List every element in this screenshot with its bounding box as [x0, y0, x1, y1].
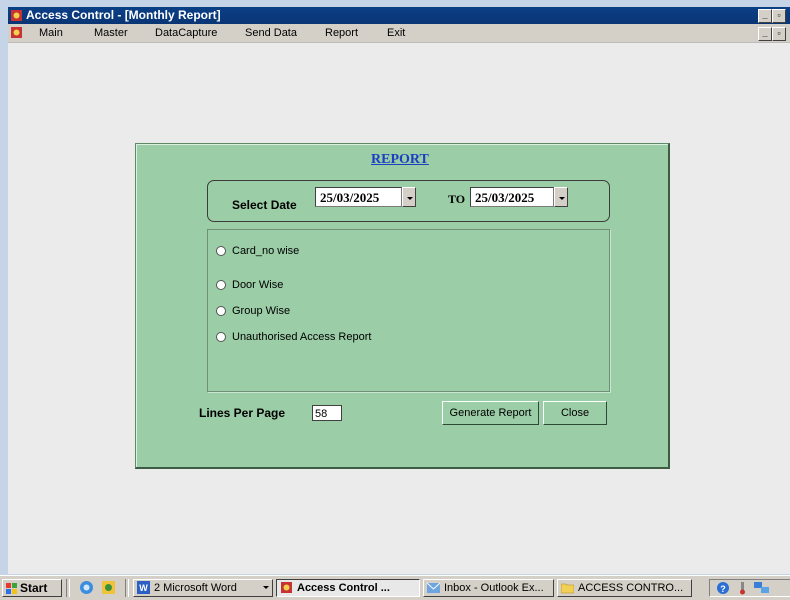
option-card-no-wise[interactable]: Card_no wise	[216, 245, 299, 257]
lines-per-page-input[interactable]: 58	[312, 405, 342, 421]
mdi-restore-button[interactable]: ▫	[772, 27, 786, 41]
svg-text:W: W	[139, 583, 148, 593]
report-title: REPORT	[371, 152, 429, 167]
desktop-edge	[0, 0, 8, 599]
mdi-minimize-button[interactable]: _	[758, 27, 772, 41]
task-access-control[interactable]: Access Control ...	[276, 579, 420, 597]
option-label: Unauthorised Access Report	[232, 331, 372, 343]
task-microsoft-word[interactable]: W 2 Microsoft Word	[133, 579, 273, 597]
inbox-icon	[427, 582, 440, 593]
lines-per-page-label: Lines Per Page	[199, 406, 286, 420]
from-date-dropdown-button[interactable]	[402, 187, 416, 207]
option-group-wise[interactable]: Group Wise	[216, 305, 290, 317]
word-icon: W	[137, 581, 150, 594]
date-range-group: Select Date 25/03/2025 TO 25/03/2025	[207, 180, 610, 222]
window-title: Access Control - [Monthly Report]	[26, 8, 221, 22]
task-outlook-inbox[interactable]: Inbox - Outlook Ex...	[423, 579, 554, 597]
menu-master[interactable]: Master	[94, 26, 128, 40]
menu-exit[interactable]: Exit	[387, 26, 405, 40]
radio-button[interactable]	[216, 280, 226, 290]
menu-send-data[interactable]: Send Data	[245, 26, 297, 40]
to-date-dropdown-button[interactable]	[554, 187, 568, 207]
menu-main[interactable]: Main	[39, 26, 63, 40]
internet-explorer-icon[interactable]	[79, 580, 94, 595]
select-date-label: Select Date	[232, 198, 297, 212]
task-label: 2 Microsoft Word	[154, 582, 237, 594]
radio-button[interactable]	[216, 246, 226, 256]
network-icon[interactable]	[754, 581, 770, 595]
to-date-picker[interactable]: 25/03/2025	[470, 187, 554, 207]
folder-icon	[561, 583, 574, 594]
from-date-picker[interactable]: 25/03/2025	[315, 187, 402, 207]
generate-report-button[interactable]: Generate Report	[442, 401, 539, 425]
outlook-express-icon[interactable]	[101, 580, 116, 595]
restore-button[interactable]: ▫	[772, 9, 786, 23]
option-door-wise[interactable]: Door Wise	[216, 279, 283, 291]
taskbar-separator	[125, 579, 129, 597]
option-label: Door Wise	[232, 279, 284, 291]
task-label: ACCESS CONTRO...	[578, 582, 684, 594]
system-tray: ?	[709, 579, 790, 597]
menu-bar: Main Master DataCapture Send Data Report…	[8, 24, 790, 43]
minimize-button[interactable]: _	[758, 9, 772, 23]
start-label: Start	[20, 581, 48, 595]
windows-flag-icon	[6, 583, 17, 594]
task-access-control-folder[interactable]: ACCESS CONTRO...	[557, 579, 692, 597]
taskbar: Start W 2 Microsoft Word Access Control …	[0, 575, 790, 600]
option-label: Card_no wise	[232, 245, 300, 257]
option-unauthorised-access-report[interactable]: Unauthorised Access Report	[216, 331, 371, 343]
report-type-group: Card_no wise Door Wise Group Wise Unauth…	[207, 229, 610, 392]
thermometer-icon[interactable]	[737, 581, 749, 595]
option-label: Group Wise	[232, 305, 291, 317]
to-label: TO	[448, 192, 466, 206]
menu-datacapture[interactable]: DataCapture	[155, 26, 217, 40]
radio-button[interactable]	[216, 306, 226, 316]
close-button[interactable]: Close	[543, 401, 607, 425]
app-icon	[281, 582, 292, 593]
chevron-down-icon	[263, 586, 269, 589]
menu-report[interactable]: Report	[325, 26, 358, 40]
task-label: Access Control ...	[297, 582, 390, 594]
title-bar: Access Control - [Monthly Report] _ ▫	[8, 7, 790, 24]
help-icon[interactable]: ?	[716, 581, 730, 595]
report-panel: REPORT Select Date 25/03/2025 TO 25/03/2…	[135, 143, 670, 469]
taskbar-separator	[66, 579, 70, 597]
task-label: Inbox - Outlook Ex...	[444, 582, 544, 594]
radio-button[interactable]	[216, 332, 226, 342]
start-button[interactable]: Start	[2, 579, 62, 597]
document-icon[interactable]	[10, 26, 23, 39]
app-icon	[11, 10, 22, 21]
app-window: Access Control - [Monthly Report] _ ▫ Ma…	[8, 7, 790, 574]
svg-text:?: ?	[720, 584, 726, 594]
